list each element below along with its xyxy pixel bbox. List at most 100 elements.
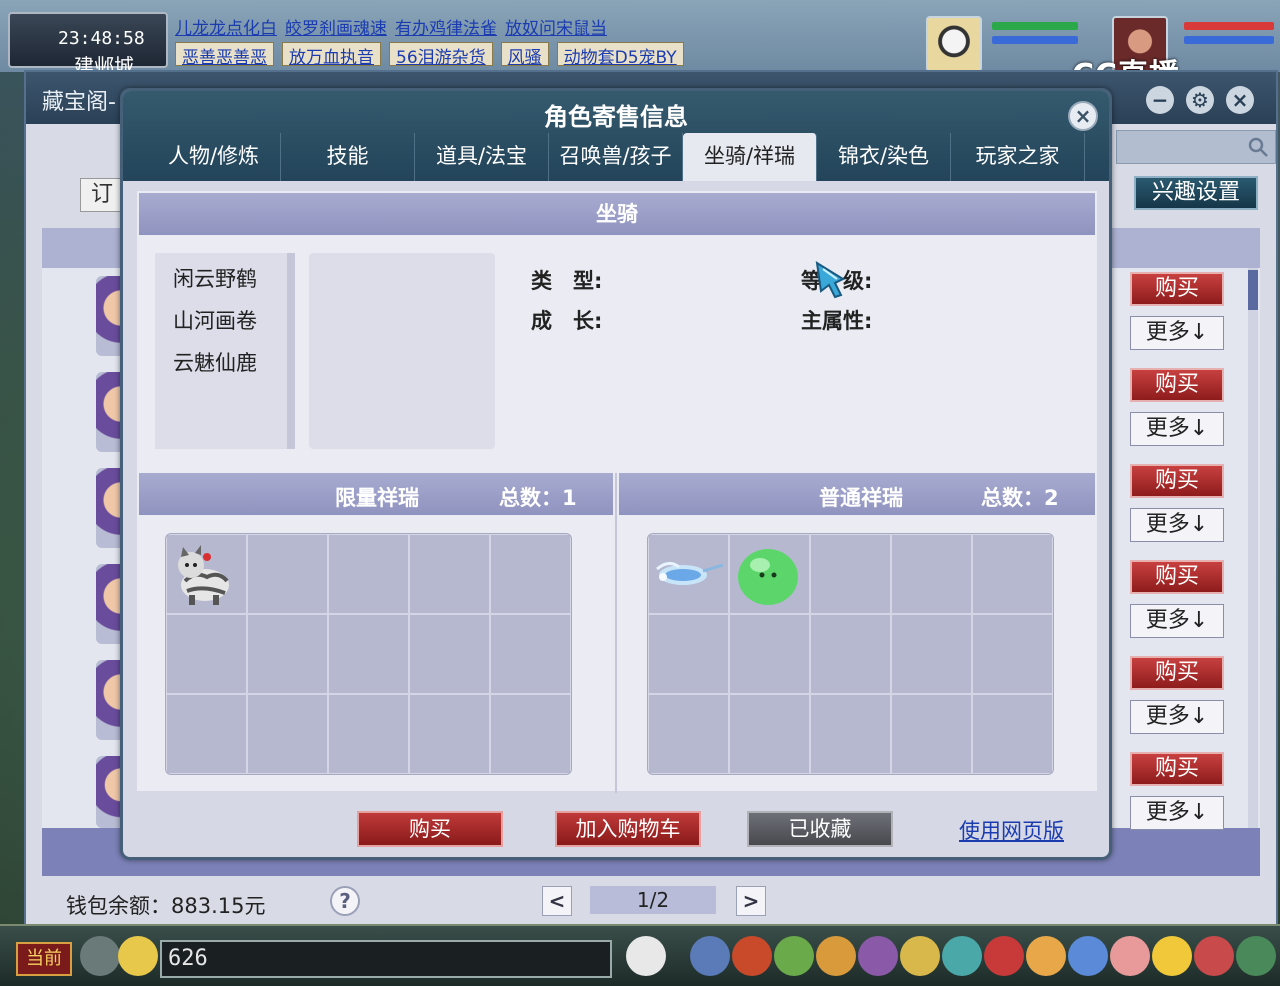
item-slot[interactable]: [490, 694, 571, 774]
item-slot[interactable]: [648, 694, 729, 774]
tab-mounts-auspicious[interactable]: 坐骑/祥瑞: [683, 133, 817, 181]
news-item[interactable]: 放万血执音: [282, 42, 381, 68]
item-slot[interactable]: [409, 694, 490, 774]
news-item[interactable]: 风骚: [500, 42, 549, 68]
item-slot[interactable]: [328, 534, 409, 614]
cloud-mount-icon[interactable]: [649, 535, 728, 613]
item-slot[interactable]: [166, 694, 247, 774]
item-slot[interactable]: [166, 614, 247, 694]
item-slot[interactable]: [247, 614, 328, 694]
bag-icon[interactable]: [732, 936, 772, 976]
team-icon[interactable]: [774, 936, 814, 976]
channel-current-button[interactable]: 当前: [16, 942, 72, 976]
item-slot[interactable]: [972, 614, 1053, 694]
cat-mount-icon[interactable]: [167, 535, 246, 613]
add-to-cart-button[interactable]: 加入购物车: [555, 811, 701, 847]
next-page-button[interactable]: >: [736, 886, 766, 916]
scrollbar[interactable]: [1248, 268, 1258, 828]
tab-summons-children[interactable]: 召唤兽/孩子: [549, 133, 683, 181]
friends-icon[interactable]: [984, 936, 1024, 976]
interest-settings-button[interactable]: 兴趣设置: [1134, 176, 1258, 210]
more-button[interactable]: 更多↓: [1130, 412, 1224, 446]
task-icon[interactable]: [900, 936, 940, 976]
chat-input[interactable]: 626: [160, 940, 612, 978]
trade-icon[interactable]: [858, 936, 898, 976]
news-item[interactable]: 动物套D5宠BY: [556, 42, 684, 68]
help-icon[interactable]: ?: [330, 886, 360, 916]
tab-skills[interactable]: 技能: [281, 133, 415, 181]
item-slot[interactable]: [247, 694, 328, 774]
item-slot[interactable]: [490, 534, 571, 614]
item-slot[interactable]: [729, 534, 810, 614]
item-slot[interactable]: [891, 534, 972, 614]
give-icon[interactable]: [816, 936, 856, 976]
map-icon[interactable]: [1068, 936, 1108, 976]
item-slot[interactable]: [810, 694, 891, 774]
guild-icon[interactable]: [942, 936, 982, 976]
tab-outfits-dye[interactable]: 锦衣/染色: [817, 133, 951, 181]
minimize-icon[interactable]: −: [1146, 86, 1174, 114]
buy-button[interactable]: 购买: [1130, 656, 1224, 690]
buy-button[interactable]: 购买: [357, 811, 503, 847]
item-slot[interactable]: [328, 614, 409, 694]
item-slot[interactable]: [972, 534, 1053, 614]
search-box[interactable]: [1116, 130, 1276, 164]
item-slot[interactable]: [409, 614, 490, 694]
gear-icon[interactable]: ⚙: [1186, 86, 1214, 114]
more-button[interactable]: 更多↓: [1130, 796, 1224, 830]
news-item[interactable]: 56泪游杂货: [389, 42, 493, 68]
settings-icon[interactable]: [1236, 936, 1276, 976]
item-slot[interactable]: [729, 694, 810, 774]
more-button[interactable]: 更多↓: [1130, 604, 1224, 638]
tab-items-treasures[interactable]: 道具/法宝: [415, 133, 549, 181]
news-item[interactable]: 恶善恶善恶: [175, 42, 274, 68]
buy-button[interactable]: 购买: [1130, 752, 1224, 786]
mount-list-item[interactable]: 闲云野鹤: [173, 263, 257, 293]
attack-icon[interactable]: [690, 936, 730, 976]
item-slot[interactable]: [810, 534, 891, 614]
item-slot[interactable]: [648, 534, 729, 614]
scrollbar-thumb[interactable]: [1248, 270, 1258, 310]
mount-list-item[interactable]: 云魅仙鹿: [173, 347, 257, 377]
more-button[interactable]: 更多↓: [1130, 508, 1224, 542]
tab-player-home[interactable]: 玩家之家: [951, 133, 1085, 181]
item-slot[interactable]: [328, 694, 409, 774]
tab-character-cultivation[interactable]: 人物/修炼: [147, 133, 281, 181]
more-button[interactable]: 更多↓: [1130, 700, 1224, 734]
item-slot[interactable]: [891, 694, 972, 774]
pet-icon[interactable]: [626, 936, 666, 976]
item-slot[interactable]: [409, 534, 490, 614]
buy-button[interactable]: 购买: [1130, 272, 1224, 306]
prev-page-button[interactable]: <: [542, 886, 572, 916]
peach-icon[interactable]: [1110, 936, 1150, 976]
item-slot[interactable]: [166, 534, 247, 614]
item-slot[interactable]: [247, 534, 328, 614]
web-version-link[interactable]: 使用网页版: [959, 815, 1064, 845]
item-slot[interactable]: [729, 614, 810, 694]
microphone-icon[interactable]: [80, 936, 120, 976]
buy-button[interactable]: 购买: [1130, 368, 1224, 402]
item-slot[interactable]: [810, 614, 891, 694]
news-item[interactable]: 儿龙龙点化白: [175, 14, 277, 39]
news-item[interactable]: 有办鸡律法雀: [395, 14, 497, 39]
more-button[interactable]: 更多↓: [1130, 316, 1224, 350]
gift-icon[interactable]: [1194, 936, 1234, 976]
mount-list-item[interactable]: 山河画卷: [173, 305, 257, 335]
news-item[interactable]: 放奴问宋鼠当: [505, 14, 607, 39]
system-icon[interactable]: [1026, 936, 1066, 976]
buy-button[interactable]: 购买: [1130, 560, 1224, 594]
green-blob-mount-icon[interactable]: [730, 535, 809, 613]
item-slot[interactable]: [490, 614, 571, 694]
smiley-icon[interactable]: [1152, 936, 1192, 976]
news-item[interactable]: 皎罗刹画魂速: [285, 14, 387, 39]
search-icon[interactable]: [1247, 136, 1269, 158]
emoticon-icon[interactable]: [118, 936, 158, 976]
item-slot[interactable]: [972, 694, 1053, 774]
favorited-button[interactable]: 已收藏: [747, 811, 893, 847]
close-icon[interactable]: ×: [1226, 86, 1254, 114]
item-slot[interactable]: [648, 614, 729, 694]
buy-button[interactable]: 购买: [1130, 464, 1224, 498]
item-slot[interactable]: [891, 614, 972, 694]
pet-portrait[interactable]: [926, 16, 982, 72]
close-icon[interactable]: ×: [1068, 101, 1098, 131]
